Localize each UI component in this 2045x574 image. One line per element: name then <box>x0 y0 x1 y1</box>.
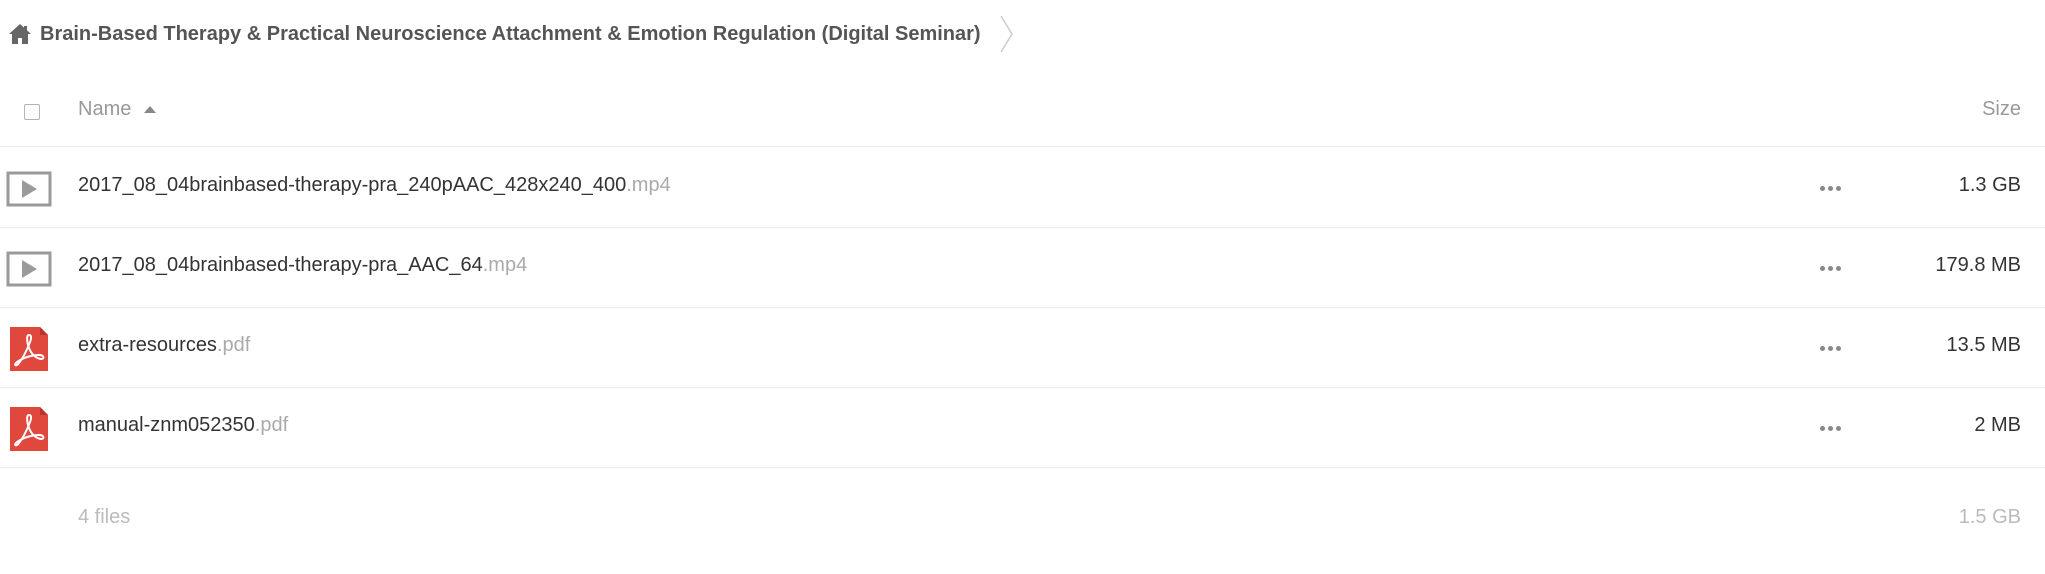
file-name[interactable]: manual-znm052350.pdf <box>78 414 288 437</box>
video-file-icon <box>6 166 52 212</box>
select-all-checkbox[interactable] <box>24 104 40 120</box>
breadcrumb-folder-title[interactable]: Brain-Based Therapy & Practical Neurosci… <box>40 23 981 46</box>
home-icon[interactable] <box>0 0 40 68</box>
more-options-icon[interactable] <box>1815 176 1845 200</box>
more-options-icon[interactable] <box>1815 336 1845 360</box>
file-size: 1.3 GB <box>1958 174 2021 196</box>
file-row[interactable]: extra-resources.pdf 13.5 MB <box>0 308 2045 388</box>
breadcrumb: Brain-Based Therapy & Practical Neurosci… <box>0 0 1029 68</box>
video-file-icon <box>6 246 52 292</box>
file-size: 13.5 MB <box>1946 334 2021 356</box>
more-options-icon[interactable] <box>1815 416 1845 440</box>
file-name[interactable]: 2017_08_04brainbased-therapy-pra_AAC_64.… <box>78 254 527 277</box>
pdf-file-icon <box>6 406 52 452</box>
file-size: 179.8 MB <box>1935 254 2021 276</box>
file-extension: .pdf <box>254 414 289 436</box>
file-size: 2 MB <box>1974 414 2021 436</box>
total-size: 1.5 GB <box>1958 506 2021 528</box>
file-extension: .mp4 <box>626 174 671 196</box>
file-name[interactable]: 2017_08_04brainbased-therapy-pra_240pAAC… <box>78 174 671 197</box>
file-name[interactable]: extra-resources.pdf <box>78 334 250 357</box>
file-row[interactable]: 2017_08_04brainbased-therapy-pra_240pAAC… <box>0 148 2045 228</box>
file-extension: .mp4 <box>482 254 528 276</box>
more-options-icon[interactable] <box>1815 256 1845 280</box>
column-header-size[interactable]: Size <box>1982 98 2021 121</box>
pdf-file-icon <box>6 326 52 372</box>
table-footer: 4 files 1.5 GB <box>0 500 2045 540</box>
file-count: 4 files <box>78 506 131 528</box>
file-row[interactable]: manual-znm052350.pdf 2 MB <box>0 388 2045 468</box>
column-header-name[interactable]: Name <box>78 98 157 121</box>
file-extension: .pdf <box>216 334 251 356</box>
file-row[interactable]: 2017_08_04brainbased-therapy-pra_AAC_64.… <box>0 228 2045 308</box>
sort-ascending-icon <box>144 106 157 113</box>
column-name-label: Name <box>78 98 132 120</box>
chevron-right-icon <box>999 0 1029 68</box>
table-header: Name Size <box>0 78 2045 147</box>
